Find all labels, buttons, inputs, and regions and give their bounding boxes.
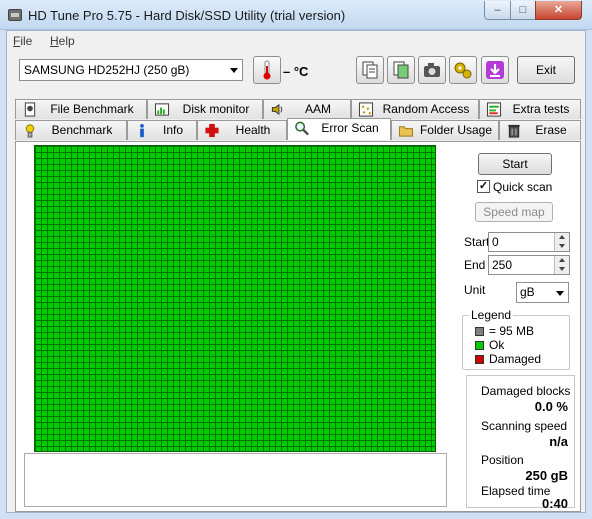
unit-label: Unit <box>464 283 486 297</box>
tab-folder-usage[interactable]: Folder Usage <box>391 120 499 140</box>
copy-screen-icon <box>393 61 409 79</box>
copy-info-button[interactable] <box>356 56 384 84</box>
legend-block-size: = 95 MB <box>489 324 535 338</box>
tab-random-access[interactable]: Random Access <box>351 99 479 119</box>
quick-scan-checkbox[interactable]: ✓ <box>477 180 490 193</box>
end-field-label: End <box>464 258 486 272</box>
error-scan-panel: Start ✓ Quick scan Speed map Start 0 End… <box>15 141 581 512</box>
end-value: 250 <box>492 258 513 272</box>
legend-title: Legend <box>469 308 514 322</box>
legend-ok-swatch <box>475 341 484 350</box>
chevron-down-icon <box>556 291 564 296</box>
tab-file-benchmark[interactable]: File Benchmark <box>15 99 147 119</box>
tab-health[interactable]: Health <box>197 120 287 140</box>
legend-block-swatch <box>475 327 484 336</box>
tab-label: AAM <box>304 102 331 116</box>
menu-bar: File Help <box>7 31 585 51</box>
tab-benchmark[interactable]: Benchmark <box>15 120 127 140</box>
start-field-label: Start <box>464 235 490 249</box>
menu-file[interactable]: File <box>13 34 32 48</box>
close-button[interactable]: ✕ <box>535 1 582 20</box>
screenshot-button[interactable] <box>418 56 446 84</box>
chevron-down-icon <box>230 68 238 73</box>
options-button[interactable] <box>449 56 477 84</box>
drive-select[interactable]: SAMSUNG HD252HJ (250 gB) <box>19 59 243 81</box>
start-spinner[interactable]: 0 <box>488 232 570 252</box>
exit-button[interactable]: Exit <box>517 56 575 84</box>
options-gears-icon <box>454 62 472 79</box>
quick-scan-label: Quick scan <box>493 180 553 194</box>
tab-extra-tests[interactable]: Extra tests <box>479 99 581 119</box>
copy-screen-button[interactable] <box>387 56 415 84</box>
spin-up-icon[interactable] <box>554 233 569 242</box>
spin-up-icon[interactable] <box>554 256 569 265</box>
spin-down-icon[interactable] <box>554 265 569 274</box>
minimize-button[interactable]: – <box>484 1 511 20</box>
legend-damaged-label: Damaged <box>489 352 542 366</box>
app-drive-icon <box>8 9 22 21</box>
end-spinner[interactable]: 250 <box>488 255 570 275</box>
scanning-speed-value: n/a <box>549 434 568 449</box>
scanning-speed-label: Scanning speed <box>481 419 568 433</box>
tab-info[interactable]: Info <box>127 120 197 140</box>
position-label: Position <box>481 453 524 467</box>
damaged-blocks-label: Damaged blocks <box>481 384 571 398</box>
drive-select-value: SAMSUNG HD252HJ (250 gB) <box>24 63 190 77</box>
start-value: 0 <box>492 235 499 249</box>
tab-label: Benchmark <box>51 123 113 137</box>
title-bar: HD Tune Pro 5.75 - Hard Disk/SSD Utility… <box>0 0 592 30</box>
camera-icon <box>424 63 440 77</box>
legend-box: Legend = 95 MB Ok Damaged <box>462 308 570 370</box>
spin-down-icon[interactable] <box>554 242 569 251</box>
legend-damaged-swatch <box>475 355 484 364</box>
position-value: 250 gB <box>525 468 568 483</box>
save-button[interactable] <box>481 56 509 84</box>
scan-stats-box: Damaged blocks 0.0 % Scanning speed n/a … <box>466 375 575 511</box>
main-window: File Help SAMSUNG HD252HJ (250 gB) – °C <box>6 30 586 513</box>
tab-error-scan[interactable]: Error Scan <box>287 118 391 140</box>
start-scan-button[interactable]: Start <box>478 153 552 175</box>
tab-label: Disk monitor <box>182 102 250 116</box>
maximize-button[interactable]: □ <box>510 1 536 20</box>
tab-label: Erase <box>535 123 567 137</box>
tab-label: Random Access <box>382 102 470 116</box>
thermometer-icon <box>263 60 271 80</box>
menu-help[interactable]: Help <box>50 34 75 48</box>
elapsed-time-label: Elapsed time <box>481 484 551 498</box>
tab-erase[interactable]: Erase <box>499 120 581 140</box>
scan-log-box <box>24 453 447 507</box>
unit-select[interactable]: gB <box>516 282 569 303</box>
elapsed-time-value: 0:40 <box>541 496 568 511</box>
legend-ok-label: Ok <box>489 338 505 352</box>
speed-map-button[interactable]: Speed map <box>475 202 553 222</box>
download-arrow-icon <box>486 61 504 79</box>
unit-value: gB <box>520 285 535 299</box>
temperature-readout: – °C <box>283 64 309 79</box>
tab-label: Health <box>235 123 271 137</box>
tab-label: Info <box>162 123 183 137</box>
tab-disk-monitor[interactable]: Disk monitor <box>147 99 263 119</box>
window-title: HD Tune Pro 5.75 - Hard Disk/SSD Utility… <box>28 8 346 23</box>
scan-block-map <box>34 145 436 452</box>
damaged-blocks-value: 0.0 % <box>534 399 568 414</box>
tab-label: Extra tests <box>512 102 570 116</box>
temperature-button[interactable] <box>253 56 281 84</box>
tab-aam[interactable]: AAM <box>263 99 351 119</box>
tab-label: Folder Usage <box>419 123 493 137</box>
tab-label: Error Scan <box>321 121 379 135</box>
tab-label: File Benchmark <box>50 102 134 116</box>
copy-info-icon <box>362 61 378 79</box>
